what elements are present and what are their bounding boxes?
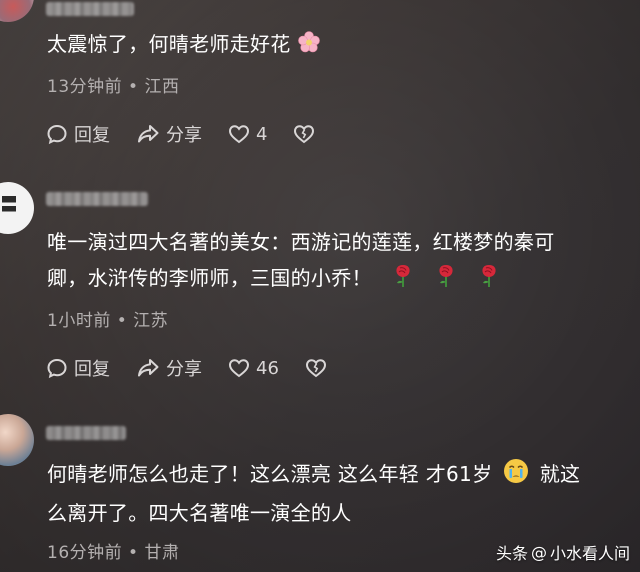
reply-label: 回复	[74, 359, 110, 380]
meta-separator: •	[128, 77, 139, 97]
comment-location: 江西	[144, 77, 180, 97]
comment-text-content: 太震惊了，何晴老师走好花	[47, 32, 291, 56]
reply-button[interactable]: 回复	[46, 121, 110, 147]
comment-text-content: 就这	[539, 462, 581, 486]
comment-text-line: 么离开了。四大名著唯一演全的人	[47, 501, 352, 525]
username-blurred[interactable]	[46, 2, 134, 16]
meta-separator: •	[128, 543, 139, 563]
reply-label: 回复	[74, 125, 110, 146]
avatar[interactable]	[0, 414, 34, 466]
comment-text-line: 卿，水浒传的李师师，三国的小乔！	[47, 260, 632, 299]
watermark: 头条 @ 小水看人间	[496, 540, 630, 564]
avatar[interactable]	[0, 182, 34, 234]
broken-heart-icon	[294, 125, 315, 144]
rose-emoji	[392, 262, 414, 299]
share-button[interactable]: 分享	[136, 355, 202, 381]
share-icon	[138, 125, 159, 143]
heart-icon	[228, 125, 250, 144]
comment-location: 江苏	[133, 311, 169, 331]
share-button[interactable]: 分享	[136, 121, 202, 147]
watermark-account: 小水看人间	[549, 544, 630, 563]
comment-meta: 13分钟前 • 江西	[47, 72, 179, 97]
username-blurred[interactable]	[46, 426, 126, 440]
comment-text-line: 唯一演过四大名著的美女：西游记的莲莲，红楼梦的秦可	[47, 230, 555, 254]
share-label: 分享	[166, 125, 202, 146]
reply-icon	[47, 358, 67, 379]
like-button[interactable]: 4	[228, 124, 267, 145]
comment-time: 1小时前	[47, 311, 111, 331]
comment-text-line: 何晴老师怎么也走了！这么漂亮 这么年轻 才61岁 就这	[47, 456, 632, 495]
dislike-button[interactable]	[305, 358, 333, 378]
comment-text: 唯一演过四大名著的美女：西游记的莲莲，红楼梦的秦可 卿，水浒传的李师师，三国的小…	[47, 224, 632, 299]
comment-meta: 1小时前 • 江苏	[47, 306, 168, 331]
username-blurred[interactable]	[46, 192, 148, 206]
comment-text-content: 卿，水浒传的李师师，三国的小乔！	[47, 266, 372, 290]
reply-button[interactable]: 回复	[46, 355, 110, 381]
comment-text: 何晴老师怎么也走了！这么漂亮 这么年轻 才61岁 就这 么离开了。四大名著唯一演…	[47, 456, 632, 531]
crying-face-emoji	[503, 458, 529, 495]
watermark-brand: 头条	[495, 544, 528, 563]
reply-icon	[47, 124, 67, 145]
share-label: 分享	[166, 359, 202, 380]
like-count: 4	[256, 123, 268, 145]
comment-actions: 回复 分享 46	[46, 354, 359, 382]
broken-heart-icon	[305, 359, 326, 378]
share-icon	[138, 359, 159, 377]
cherry-blossom-emoji	[297, 29, 321, 65]
avatar-logo	[2, 196, 16, 218]
like-count: 46	[256, 357, 279, 379]
rose-emoji	[435, 262, 457, 299]
dislike-button[interactable]	[293, 124, 321, 144]
avatar[interactable]	[0, 0, 34, 22]
rose-emoji	[478, 262, 500, 299]
comment-actions: 回复 分享 4	[46, 120, 347, 148]
meta-separator: •	[116, 311, 128, 331]
comment-meta: 16分钟前 • 甘肃	[47, 538, 179, 563]
watermark-at: @	[530, 542, 547, 562]
comment-text-content: 何晴老师怎么也走了！这么漂亮 这么年轻 才61岁	[47, 462, 493, 486]
comment-text: 太震惊了，何晴老师走好花	[47, 26, 632, 65]
comment-time: 13分钟前	[47, 77, 123, 97]
heart-icon	[228, 359, 250, 378]
comment-location: 甘肃	[144, 543, 180, 563]
comment-time: 16分钟前	[47, 543, 123, 563]
like-button[interactable]: 46	[228, 358, 279, 379]
